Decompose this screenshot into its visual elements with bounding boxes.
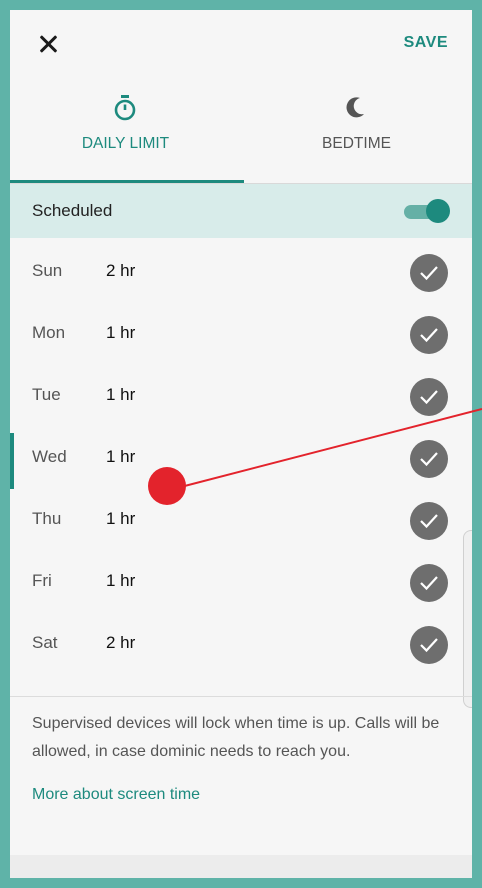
day-name: Wed — [32, 447, 67, 466]
day-limit: 2 hr — [106, 261, 136, 280]
day-limit: 1 hr — [106, 571, 136, 590]
scheduled-label: Scheduled — [32, 201, 113, 220]
check-circle-icon[interactable] — [410, 626, 448, 664]
day-limit: 1 hr — [106, 385, 136, 404]
screen: SAVE DAILY LIMIT BEDTIME Scheduled Sun 2… — [10, 10, 472, 878]
scheduled-toggle[interactable] — [402, 199, 450, 223]
scroll-handle[interactable] — [463, 530, 472, 708]
day-limit: 1 hr — [106, 323, 136, 342]
info-text: Supervised devices will lock when time i… — [32, 715, 440, 760]
day-name: Mon — [32, 323, 66, 342]
close-icon[interactable] — [36, 32, 60, 56]
toggle-thumb — [426, 199, 450, 223]
day-row-fri[interactable]: Fri 1 hr — [10, 553, 472, 611]
check-circle-icon[interactable] — [410, 564, 448, 602]
tab-bedtime-label: BEDTIME — [322, 135, 391, 152]
bottom-strip — [10, 855, 472, 878]
day-name: Sun — [32, 261, 63, 280]
list-divider — [10, 696, 472, 697]
day-limit: 1 hr — [106, 509, 136, 528]
day-name: Thu — [32, 509, 62, 528]
day-name: Tue — [32, 385, 61, 404]
moon-icon — [344, 94, 368, 122]
tab-bedtime[interactable]: BEDTIME — [241, 80, 472, 184]
more-about-screen-time-link[interactable]: More about screen time — [32, 786, 200, 804]
tab-bar: DAILY LIMIT BEDTIME — [10, 80, 472, 184]
check-circle-icon[interactable] — [410, 378, 448, 416]
day-row-wed[interactable]: Wed 1 hr — [10, 429, 472, 489]
day-name: Fri — [32, 571, 52, 590]
top-app-bar: SAVE — [10, 10, 472, 80]
day-limit: 1 hr — [106, 447, 136, 466]
timer-icon — [113, 94, 137, 122]
tab-daily-limit-label: DAILY LIMIT — [81, 135, 170, 152]
day-row-mon[interactable]: Mon 1 hr — [10, 305, 472, 363]
day-row-tue[interactable]: Tue 1 hr — [10, 367, 472, 425]
day-row-sat[interactable]: Sat 2 hr — [10, 615, 472, 673]
check-circle-icon[interactable] — [410, 440, 448, 478]
check-circle-icon[interactable] — [410, 254, 448, 292]
tab-daily-limit[interactable]: DAILY LIMIT — [10, 80, 241, 184]
focus-indicator — [10, 433, 14, 489]
day-row-thu[interactable]: Thu 1 hr — [10, 491, 472, 549]
save-button[interactable]: SAVE — [404, 34, 448, 52]
day-name: Sat — [32, 633, 58, 652]
check-circle-icon[interactable] — [410, 502, 448, 540]
day-row-sun[interactable]: Sun 2 hr — [10, 243, 472, 301]
scheduled-row: Scheduled — [10, 184, 472, 238]
day-limit: 2 hr — [106, 633, 136, 652]
check-circle-icon[interactable] — [410, 316, 448, 354]
